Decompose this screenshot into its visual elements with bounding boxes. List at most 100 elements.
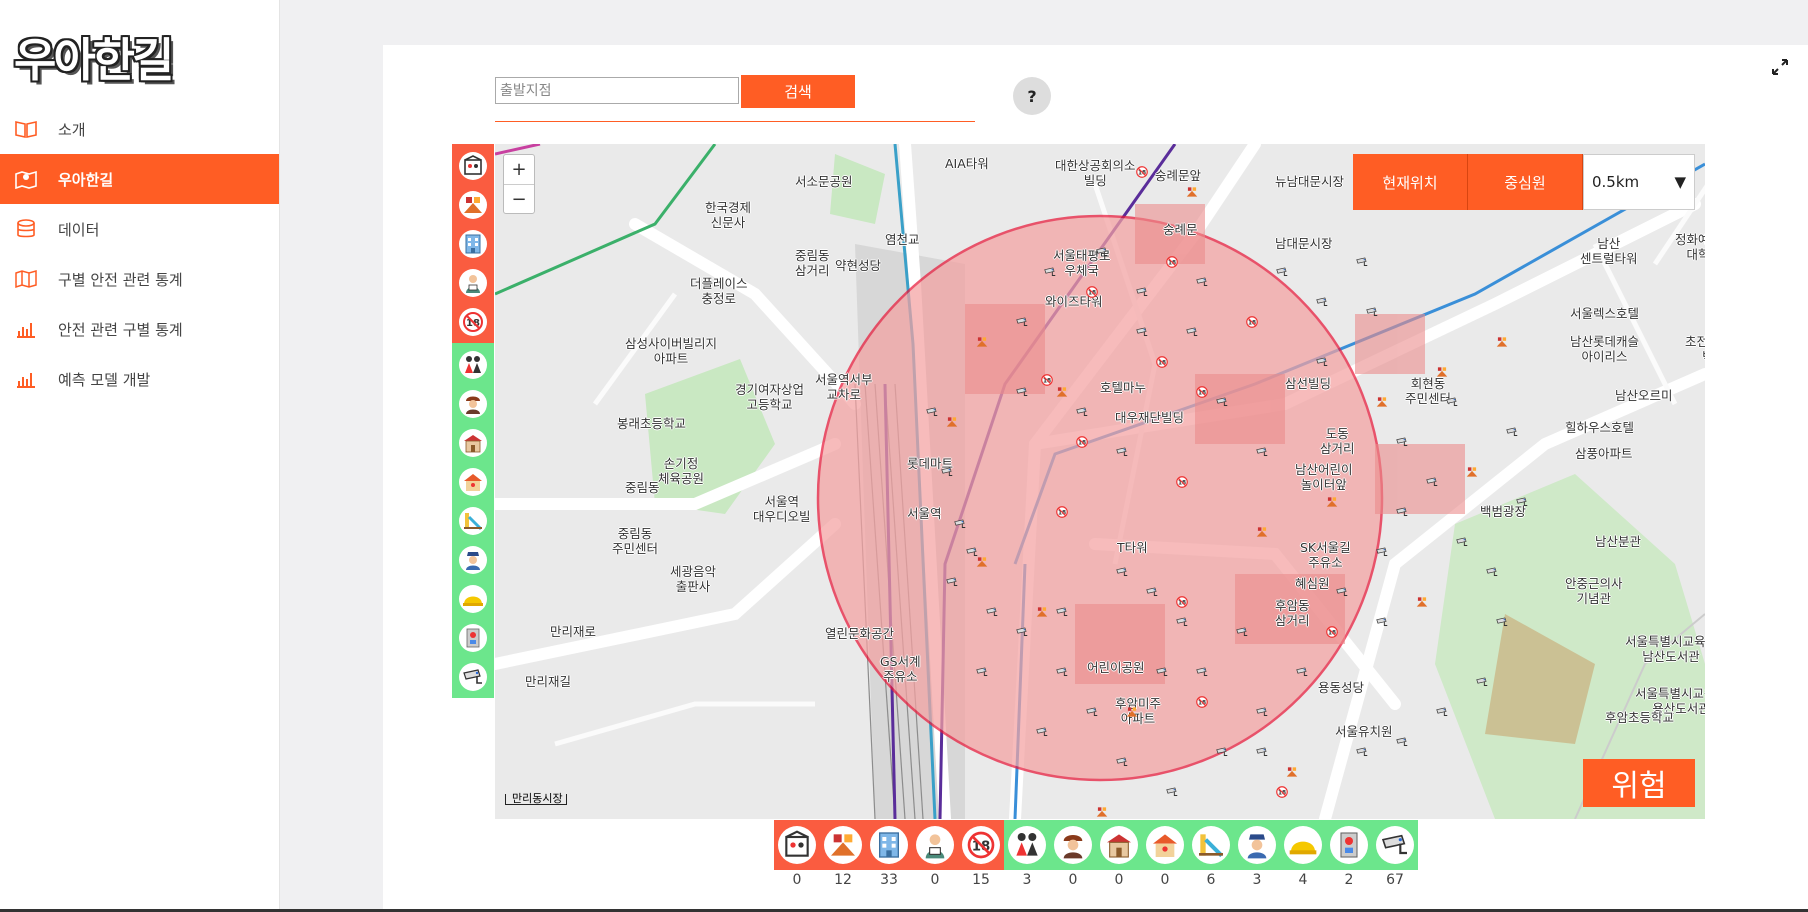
adult-only-icon[interactable]: 18 bbox=[1245, 314, 1259, 328]
cctv-icon[interactable] bbox=[1315, 354, 1329, 368]
cctv-icon[interactable] bbox=[1515, 494, 1529, 508]
bar-pub-icon[interactable] bbox=[1255, 524, 1269, 538]
sidebar-item-safety-stats[interactable]: 안전 관련 구별 통계 bbox=[0, 304, 279, 354]
bar-pub-icon[interactable] bbox=[1095, 804, 1109, 818]
legend-toggle-kindergarten[interactable] bbox=[1142, 820, 1188, 870]
cctv-icon[interactable] bbox=[1315, 294, 1329, 308]
start-point-input[interactable] bbox=[495, 77, 739, 104]
help-button[interactable]: ? bbox=[1013, 77, 1051, 115]
cctv-icon[interactable] bbox=[1275, 264, 1289, 278]
cctv-icon[interactable] bbox=[1145, 584, 1159, 598]
cctv-icon[interactable] bbox=[1115, 444, 1129, 458]
cctv-icon[interactable] bbox=[1255, 744, 1269, 758]
cctv-icon[interactable] bbox=[1295, 664, 1309, 678]
map-view[interactable]: AIA타워 대한상공회의소 빌딩 숭례문앞 뉴남대문시장 서소문공원 한국경제 신문사 염천교 숭… bbox=[495, 144, 1705, 819]
cctv-icon[interactable] bbox=[1055, 664, 1069, 678]
expand-icon[interactable] bbox=[1770, 57, 1790, 77]
adult-only-icon[interactable]: 18 bbox=[1195, 694, 1209, 708]
adult-only-icon[interactable]: 18 bbox=[1155, 354, 1169, 368]
adult-only-icon[interactable]: 18 bbox=[1055, 504, 1069, 518]
legend-toggle-playground[interactable] bbox=[452, 501, 494, 540]
cctv-icon[interactable] bbox=[1155, 664, 1169, 678]
legend-toggle-adult-only[interactable]: 18 bbox=[452, 302, 494, 341]
zoom-out-button[interactable]: − bbox=[504, 185, 534, 214]
adult-only-icon[interactable]: 18 bbox=[1040, 372, 1054, 386]
current-location-button[interactable]: 현재위치 bbox=[1353, 154, 1468, 210]
app-logo[interactable]: 우아한길 bbox=[14, 24, 174, 90]
cctv-icon[interactable] bbox=[1475, 674, 1489, 688]
bar-pub-icon[interactable] bbox=[1325, 494, 1339, 508]
adult-only-icon[interactable]: 18 bbox=[1075, 434, 1089, 448]
cctv-icon[interactable] bbox=[1115, 564, 1129, 578]
cctv-icon[interactable] bbox=[1015, 384, 1029, 398]
bar-pub-icon[interactable] bbox=[1055, 384, 1069, 398]
sidebar-item-district-stats[interactable]: 구별 안전 관련 통계 bbox=[0, 254, 279, 304]
cctv-icon[interactable] bbox=[1135, 324, 1149, 338]
adult-only-icon[interactable]: 18 bbox=[1275, 784, 1289, 798]
legend-toggle-sex-offender[interactable] bbox=[452, 263, 494, 302]
adult-only-icon[interactable]: 18 bbox=[1175, 474, 1189, 488]
cctv-icon[interactable] bbox=[1235, 624, 1249, 638]
cctv-icon[interactable] bbox=[1455, 534, 1469, 548]
cctv-icon[interactable] bbox=[1215, 744, 1229, 758]
bar-pub-icon[interactable] bbox=[1415, 594, 1429, 608]
cctv-icon[interactable] bbox=[1495, 614, 1509, 628]
legend-toggle-bar-pub[interactable] bbox=[452, 185, 494, 224]
legend-toggle-children[interactable] bbox=[452, 345, 494, 384]
legend-toggle-adult-only[interactable]: 18 bbox=[958, 820, 1004, 870]
cctv-icon[interactable] bbox=[1165, 784, 1179, 798]
legend-toggle-sex-offender[interactable] bbox=[912, 820, 958, 870]
adult-only-icon[interactable]: 18 bbox=[1195, 384, 1209, 398]
bar-pub-icon[interactable] bbox=[1185, 184, 1199, 198]
adult-only-icon[interactable]: 18 bbox=[1135, 164, 1149, 178]
cctv-icon[interactable] bbox=[1035, 724, 1049, 738]
cctv-icon[interactable] bbox=[1375, 544, 1389, 558]
cctv-icon[interactable] bbox=[1395, 434, 1409, 448]
bar-pub-icon[interactable] bbox=[1495, 334, 1509, 348]
legend-toggle-entertainment[interactable] bbox=[774, 820, 820, 870]
cctv-icon[interactable] bbox=[1015, 624, 1029, 638]
cctv-icon[interactable] bbox=[1395, 734, 1409, 748]
legend-toggle-cctv[interactable] bbox=[452, 657, 494, 696]
cctv-icon[interactable] bbox=[953, 516, 967, 530]
cctv-icon[interactable] bbox=[1255, 704, 1269, 718]
cctv-icon[interactable] bbox=[1095, 244, 1109, 258]
cctv-icon[interactable] bbox=[945, 574, 959, 588]
cctv-icon[interactable] bbox=[1375, 614, 1389, 628]
cctv-icon[interactable] bbox=[1085, 704, 1099, 718]
cctv-icon[interactable] bbox=[1355, 254, 1369, 268]
cctv-icon[interactable] bbox=[1043, 264, 1057, 278]
bar-pub-icon[interactable] bbox=[1465, 464, 1479, 478]
bar-pub-icon[interactable] bbox=[1435, 364, 1449, 378]
bar-pub-icon[interactable] bbox=[975, 554, 989, 568]
adult-only-icon[interactable]: 18 bbox=[1175, 594, 1189, 608]
cctv-icon[interactable] bbox=[1395, 504, 1409, 518]
sidebar-item-intro[interactable]: 소개 bbox=[0, 104, 279, 154]
cctv-icon[interactable] bbox=[1445, 394, 1459, 408]
legend-toggle-police[interactable] bbox=[1234, 820, 1280, 870]
cctv-icon[interactable] bbox=[925, 404, 939, 418]
legend-toggle-firefighter[interactable] bbox=[1050, 820, 1096, 870]
legend-toggle-hotel[interactable] bbox=[452, 224, 494, 263]
cctv-icon[interactable] bbox=[940, 464, 954, 478]
cctv-icon[interactable] bbox=[1255, 444, 1269, 458]
legend-toggle-emergency-bell[interactable] bbox=[452, 618, 494, 657]
cctv-icon[interactable] bbox=[1215, 394, 1229, 408]
adult-only-icon[interactable]: 18 bbox=[1165, 254, 1179, 268]
cctv-icon[interactable] bbox=[1055, 604, 1069, 618]
cctv-icon[interactable] bbox=[975, 664, 989, 678]
radius-select[interactable]: 0.5km ▼ bbox=[1583, 154, 1695, 210]
cctv-icon[interactable] bbox=[985, 604, 999, 618]
legend-toggle-safety-helmet[interactable] bbox=[1280, 820, 1326, 870]
legend-toggle-playground[interactable] bbox=[1188, 820, 1234, 870]
bar-pub-icon[interactable] bbox=[945, 414, 959, 428]
sidebar-item-prediction[interactable]: 예측 모델 개발 bbox=[0, 354, 279, 404]
zoom-in-button[interactable]: + bbox=[504, 155, 534, 185]
cctv-icon[interactable] bbox=[1195, 664, 1209, 678]
cctv-icon[interactable] bbox=[1425, 474, 1439, 488]
legend-toggle-cctv[interactable] bbox=[1372, 820, 1418, 870]
legend-toggle-police[interactable] bbox=[452, 540, 494, 579]
bar-pub-icon[interactable] bbox=[1035, 604, 1049, 618]
bar-pub-icon[interactable] bbox=[1375, 394, 1389, 408]
cctv-icon[interactable] bbox=[1355, 744, 1369, 758]
